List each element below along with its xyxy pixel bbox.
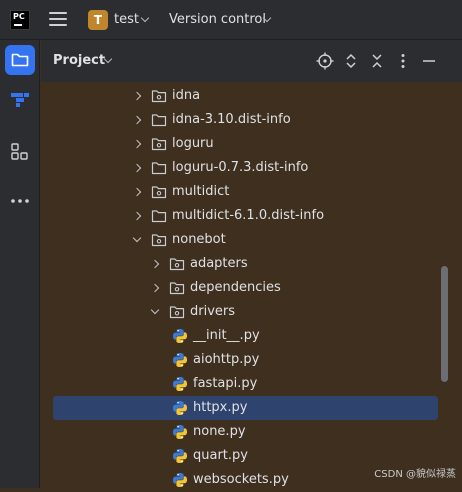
collapse-all-icon[interactable]	[368, 52, 386, 70]
python-file-icon	[173, 377, 187, 391]
package-folder-icon	[151, 138, 167, 151]
app-logo-text: PC	[13, 12, 25, 21]
hide-panel-icon[interactable]	[420, 52, 438, 70]
tree-row[interactable]: idna-3.10.dist-info	[41, 108, 462, 132]
chevron-right-icon[interactable]	[132, 187, 142, 197]
tool-window-bar	[0, 40, 40, 488]
tree-item-label: quart.py	[193, 448, 248, 463]
package-folder-icon	[169, 258, 185, 271]
tree-item-label: aiohttp.py	[193, 352, 260, 367]
tree-row[interactable]: multidict-6.1.0.dist-info	[41, 204, 462, 228]
tree-item-label: multidict	[172, 184, 230, 199]
expand-all-icon[interactable]	[342, 52, 360, 70]
options-icon[interactable]	[394, 52, 412, 70]
project-name[interactable]: test	[114, 12, 139, 28]
chevron-down-icon[interactable]	[132, 233, 142, 243]
tree-row[interactable]: nonebot	[41, 228, 462, 252]
package-folder-icon	[151, 234, 167, 247]
structure-icon[interactable]	[10, 92, 30, 112]
version-control-menu[interactable]: Version control	[169, 12, 266, 28]
title-bar: PC T test Version control	[0, 0, 462, 40]
tree-row[interactable]: idna	[41, 84, 462, 108]
python-file-icon	[173, 473, 187, 487]
project-tree: idna idna-3.10.dist-info loguru loguru-0.7.…	[41, 82, 462, 488]
package-folder-icon	[151, 90, 167, 103]
tree-row[interactable]: __init__.py	[41, 324, 462, 348]
chevron-down-icon[interactable]	[140, 13, 150, 23]
folder-icon	[151, 114, 167, 127]
chevron-right-icon[interactable]	[150, 283, 160, 293]
chevron-down-icon[interactable]	[150, 305, 160, 315]
tree-row[interactable]: drivers	[41, 300, 462, 324]
pycharm-logo-icon[interactable]: PC	[10, 10, 30, 30]
locate-icon[interactable]	[316, 52, 334, 70]
tree-item-label: multidict-6.1.0.dist-info	[172, 208, 325, 223]
vertical-scrollbar[interactable]	[441, 266, 448, 382]
tree-item-label: adapters	[190, 256, 248, 271]
tree-item-label: loguru-0.7.3.dist-info	[172, 160, 309, 175]
project-badge[interactable]: T	[88, 10, 108, 30]
services-icon[interactable]	[11, 143, 29, 165]
more-tools-icon[interactable]	[10, 189, 30, 208]
tree-row[interactable]: adapters	[41, 252, 462, 276]
tree-row[interactable]: loguru-0.7.3.dist-info	[41, 156, 462, 180]
tree-item-label: dependencies	[190, 280, 281, 295]
package-folder-icon	[169, 282, 185, 295]
python-file-icon	[173, 401, 187, 415]
tree-item-label: fastapi.py	[193, 376, 258, 391]
package-folder-icon	[151, 186, 167, 199]
tree-row[interactable]: loguru	[41, 132, 462, 156]
tree-item-label: none.py	[193, 424, 246, 439]
folder-icon	[11, 53, 29, 67]
tree-item-label: websockets.py	[193, 472, 289, 487]
folder-icon	[151, 162, 167, 175]
tree-item-label: loguru	[172, 136, 214, 151]
tree-item-label: nonebot	[172, 232, 226, 247]
python-file-icon	[173, 329, 187, 343]
main-menu-icon[interactable]	[49, 12, 67, 28]
tree-row[interactable]: none.py	[41, 420, 462, 444]
tree-item-label: idna	[172, 88, 201, 103]
project-panel-header: Project	[41, 40, 462, 82]
chevron-right-icon[interactable]	[132, 139, 142, 149]
chevron-right-icon[interactable]	[150, 259, 160, 269]
chevron-right-icon[interactable]	[132, 91, 142, 101]
python-file-icon	[173, 353, 187, 367]
package-folder-icon	[169, 306, 185, 319]
tree-row[interactable]: httpx.py	[41, 396, 462, 420]
chevron-right-icon[interactable]	[132, 163, 142, 173]
tree-row[interactable]: aiohttp.py	[41, 348, 462, 372]
tree-item-label: httpx.py	[193, 400, 248, 415]
watermark: CSDN @貌似禄蒸	[374, 469, 456, 480]
tree-item-label: idna-3.10.dist-info	[172, 112, 291, 127]
chevron-right-icon[interactable]	[132, 115, 142, 125]
python-file-icon	[173, 425, 187, 439]
chevron-right-icon[interactable]	[132, 211, 142, 221]
project-tool-button[interactable]	[5, 45, 35, 75]
tree-row[interactable]: fastapi.py	[41, 372, 462, 396]
tree-row[interactable]: multidict	[41, 180, 462, 204]
tree-item-label: drivers	[190, 304, 236, 319]
tree-item-label: __init__.py	[193, 328, 260, 343]
folder-icon	[151, 210, 167, 223]
python-file-icon	[173, 449, 187, 463]
panel-title[interactable]: Project	[53, 53, 105, 69]
tree-row[interactable]: quart.py	[41, 444, 462, 468]
tree-row[interactable]: dependencies	[41, 276, 462, 300]
